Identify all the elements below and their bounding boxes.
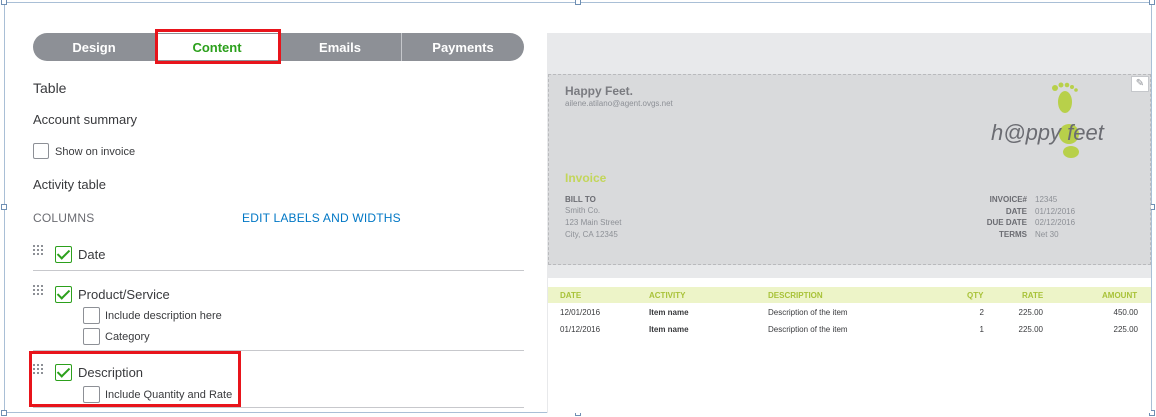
tab-payments[interactable]: Payments: [402, 33, 524, 61]
tab-emails[interactable]: Emails: [279, 33, 402, 61]
resize-handle[interactable]: [1, 204, 7, 210]
row-qty: 2: [979, 308, 984, 317]
due-date-label: DUE DATE: [986, 218, 1027, 227]
terms-value: Net 30: [1035, 230, 1059, 239]
row-date: 12/01/2016: [560, 308, 601, 317]
logo-text: h@ppy feet: [991, 120, 1105, 145]
company-name: Happy Feet.: [565, 84, 634, 98]
tab-label: Design: [72, 39, 116, 55]
company-email: ailene.atilano@agent.ovgs.net: [565, 99, 673, 108]
category-checkbox[interactable]: [83, 328, 100, 345]
date-label: DATE: [1005, 207, 1027, 216]
include-description-checkbox[interactable]: [83, 307, 100, 324]
show-on-invoice-checkbox[interactable]: [33, 143, 49, 159]
bill-to-label: BILL TO: [565, 195, 596, 204]
row-date: 01/12/2016: [560, 325, 601, 334]
drag-handle-icon[interactable]: [33, 245, 43, 257]
bill-to-line: Smith Co.: [565, 206, 601, 215]
date-checkbox[interactable]: [55, 246, 72, 263]
row-activity: Item name: [649, 308, 689, 317]
account-summary-heading: Account summary: [33, 112, 138, 127]
invoice-table-header: [548, 287, 1151, 303]
date-value: 01/12/2016: [1035, 207, 1076, 216]
th-description: DESCRIPTION: [768, 291, 823, 300]
due-date-value: 02/12/2016: [1035, 218, 1076, 227]
product-service-column-label: Product/Service: [78, 287, 170, 302]
row-qty: 1: [979, 325, 984, 334]
pencil-icon[interactable]: ✎: [1131, 76, 1149, 92]
row-amount: 225.00: [1113, 325, 1138, 334]
row-description: Description of the item: [768, 308, 848, 317]
invoice-title: Invoice: [565, 171, 607, 185]
row-activity: Item name: [649, 325, 689, 334]
columns-label: COLUMNS: [33, 211, 95, 225]
th-activity: ACTIVITY: [649, 291, 686, 300]
row-description: Description of the item: [768, 325, 848, 334]
resize-handle[interactable]: [1, 410, 7, 416]
resize-handle[interactable]: [1149, 0, 1155, 5]
section-heading-table: Table: [33, 80, 67, 96]
bill-to-line: City, CA 12345: [565, 230, 618, 239]
product-service-checkbox[interactable]: [55, 286, 72, 303]
tab-label: Content: [192, 39, 242, 55]
invoice-number-label: INVOICE#: [989, 195, 1027, 204]
th-qty: QTY: [967, 291, 984, 300]
tab-content[interactable]: Content: [156, 33, 279, 61]
th-rate: RATE: [1022, 291, 1044, 300]
category-label: Category: [105, 331, 150, 343]
tab-bar: Design Content Emails Payments: [33, 33, 524, 61]
bill-to-line: 123 Main Street: [565, 218, 622, 227]
resize-handle[interactable]: [1, 0, 7, 5]
drag-handle-icon[interactable]: [33, 364, 43, 376]
description-column-label: Description: [78, 365, 144, 380]
row-rate: 225.00: [1018, 308, 1043, 317]
date-column-label: Date: [78, 247, 106, 262]
include-qty-rate-label: Include Quantity and Rate: [105, 389, 233, 401]
terms-label: TERMS: [999, 230, 1027, 239]
description-checkbox[interactable]: [55, 364, 72, 381]
divider: [33, 270, 524, 271]
tab-design[interactable]: Design: [33, 33, 156, 61]
th-amount: AMOUNT: [1102, 291, 1138, 300]
show-on-invoice-label: Show on invoice: [55, 146, 136, 158]
tab-label: Payments: [432, 39, 494, 55]
edit-labels-link[interactable]: EDIT LABELS AND WIDTHS: [242, 211, 401, 225]
company-logo: h@ppy feet: [991, 82, 1105, 158]
resize-handle[interactable]: [575, 0, 581, 5]
divider: [33, 350, 524, 351]
invoice-number-value: 12345: [1035, 195, 1058, 204]
row-rate: 225.00: [1018, 325, 1043, 334]
th-date: DATE: [560, 291, 582, 300]
row-amount: 450.00: [1113, 308, 1138, 317]
include-qty-rate-checkbox[interactable]: [83, 386, 100, 403]
tab-label: Emails: [319, 39, 361, 55]
divider: [33, 407, 524, 408]
activity-table-heading: Activity table: [33, 177, 106, 192]
drag-handle-icon[interactable]: [33, 285, 43, 297]
include-description-label: Include description here: [105, 310, 222, 322]
